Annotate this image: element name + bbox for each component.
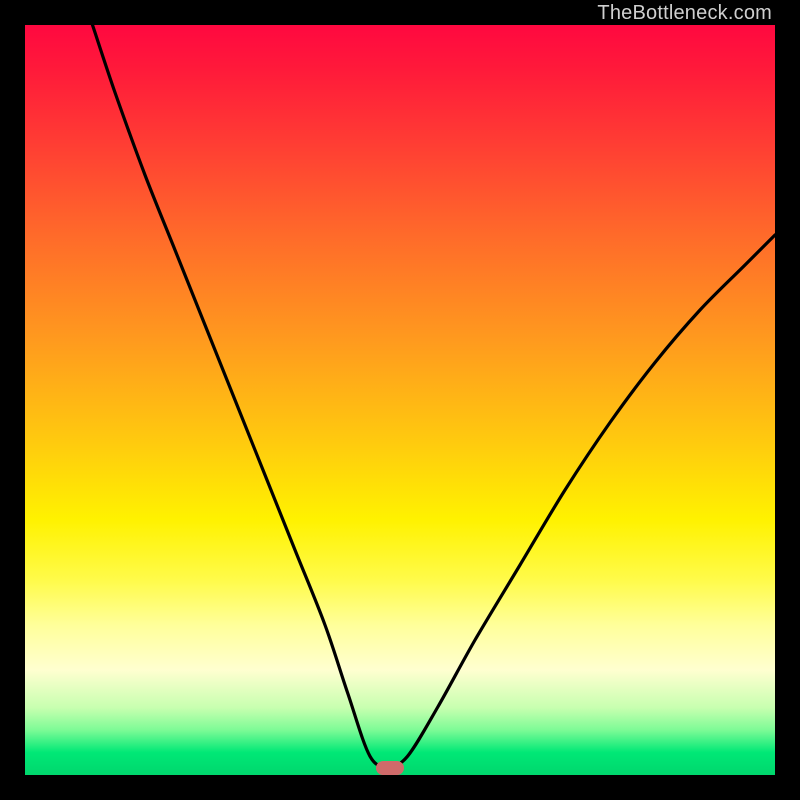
chart-frame: TheBottleneck.com [0, 0, 800, 800]
optimal-point-marker [376, 761, 404, 775]
bottleneck-curve [25, 25, 775, 775]
plot-area [25, 25, 775, 775]
watermark-text: TheBottleneck.com [597, 2, 772, 25]
